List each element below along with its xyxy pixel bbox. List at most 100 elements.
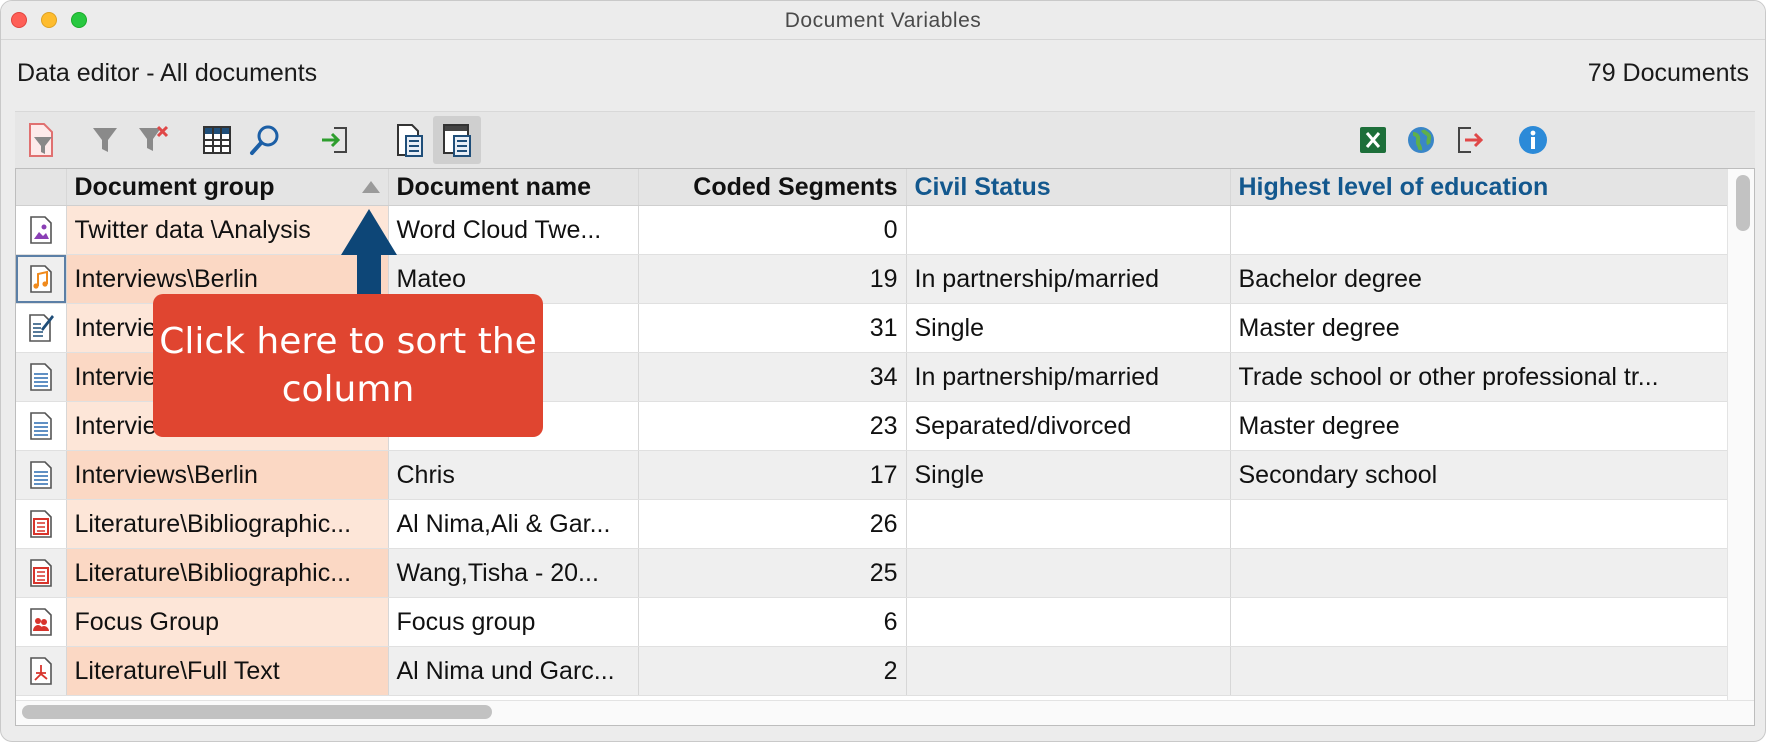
row-icon-cell[interactable] (16, 597, 67, 647)
data-editor-button[interactable] (433, 116, 481, 164)
sort-ascending-icon[interactable] (361, 181, 380, 193)
document-name-cell[interactable]: Chris (388, 450, 639, 500)
column-header-document-name[interactable]: Document name (388, 169, 639, 206)
import-button[interactable] (311, 116, 359, 164)
table-row[interactable]: Twitter data \Analysis Word Cloud Twe... 0 (16, 205, 1729, 255)
table-row[interactable]: Literature\Full Text Al Nima und Garc... 2 (16, 646, 1729, 696)
table-row[interactable]: Literature\Bibliographic... Al Nima,Ali &… (16, 499, 1729, 549)
table-row[interactable]: Focus Group Focus group 6 (16, 597, 1729, 647)
civil-status-cell[interactable] (906, 646, 1231, 696)
column-header-civil-status[interactable]: Civil Status (906, 169, 1231, 206)
education-cell[interactable] (1230, 205, 1729, 255)
education-cell[interactable]: Master degree (1230, 401, 1729, 451)
list-variables-icon (397, 124, 423, 157)
toolbar (15, 111, 1755, 168)
document-name-cell[interactable]: Wang,Tisha - 20... (388, 548, 639, 598)
text-document-icon (28, 362, 54, 392)
table-row[interactable]: Literature\Bibliographic... Wang,Tisha - … (16, 548, 1729, 598)
coded-segments-cell[interactable]: 34 (638, 352, 907, 402)
row-icon-cell[interactable] (16, 450, 67, 500)
coded-segments-cell[interactable]: 0 (638, 205, 907, 255)
html-export-button[interactable] (1397, 116, 1445, 164)
document-group-cell[interactable]: Interviews\Berlin (66, 450, 389, 500)
row-icon-cell[interactable] (16, 548, 67, 598)
coded-segments-cell[interactable]: 6 (638, 597, 907, 647)
row-icon-cell[interactable] (16, 499, 67, 549)
editor-title: Data editor - All documents (17, 59, 318, 87)
search-button[interactable] (241, 116, 289, 164)
document-group-cell[interactable]: Literature\Bibliographic... (66, 548, 389, 598)
search-icon (250, 125, 279, 155)
coded-segments-cell[interactable]: 25 (638, 548, 907, 598)
pdf-document-icon (28, 656, 54, 686)
document-group-cell[interactable]: Focus Group (66, 597, 389, 647)
vertical-scroll-track[interactable] (1727, 169, 1754, 725)
civil-status-cell[interactable]: Single (906, 303, 1231, 353)
civil-status-cell[interactable]: Single (906, 450, 1231, 500)
education-cell[interactable] (1230, 597, 1729, 647)
import-icon (322, 127, 347, 153)
civil-status-cell[interactable]: In partnership/married (906, 352, 1231, 402)
memo-document-icon (27, 313, 55, 343)
info-button[interactable] (1509, 116, 1557, 164)
document-name-cell[interactable]: Al Nima,Ali & Gar... (388, 499, 639, 549)
document-name-cell[interactable]: Focus group (388, 597, 639, 647)
document-name-cell[interactable]: Al Nima und Garc... (388, 646, 639, 696)
excel-export-button[interactable] (1349, 116, 1397, 164)
document-group-cell[interactable]: Literature\Full Text (66, 646, 389, 696)
column-header-education[interactable]: Highest level of education (1230, 169, 1729, 206)
coded-segments-cell[interactable]: 2 (638, 646, 907, 696)
civil-status-cell[interactable] (906, 205, 1231, 255)
education-cell[interactable] (1230, 548, 1729, 598)
data-grid: Document group Document name Coded Segme… (15, 168, 1755, 726)
row-icon-cell[interactable] (16, 646, 67, 696)
row-icon-cell[interactable] (16, 401, 67, 451)
education-cell[interactable]: Bachelor degree (1230, 254, 1729, 304)
clear-filter-button[interactable] (129, 116, 177, 164)
coded-segments-cell[interactable]: 19 (638, 254, 907, 304)
filter-document-button[interactable] (17, 116, 65, 164)
focus-group-icon (28, 607, 54, 637)
table-row[interactable]: Interviews\Berlin Chris 17 Single Secondary … (16, 450, 1729, 500)
row-icon-cell[interactable] (16, 205, 67, 255)
education-cell[interactable]: Secondary school (1230, 450, 1729, 500)
bibliography-document-icon (28, 509, 54, 539)
horizontal-scroll-track[interactable] (16, 700, 1754, 725)
filter-button[interactable] (81, 116, 129, 164)
education-cell[interactable] (1230, 499, 1729, 549)
civil-status-cell[interactable] (906, 597, 1231, 647)
row-icon-cell[interactable] (16, 303, 67, 353)
filter-document-icon (29, 123, 53, 157)
coded-segments-cell[interactable]: 31 (638, 303, 907, 353)
coded-segments-cell[interactable]: 23 (638, 401, 907, 451)
columns-button[interactable] (193, 116, 241, 164)
civil-status-cell[interactable] (906, 548, 1231, 598)
data-editor-icon (443, 124, 471, 157)
civil-status-cell[interactable]: In partnership/married (906, 254, 1231, 304)
list-variables-button[interactable] (385, 116, 433, 164)
education-cell[interactable]: Master degree (1230, 303, 1729, 353)
columns-icon (203, 126, 231, 154)
education-cell[interactable] (1230, 646, 1729, 696)
document-group-cell[interactable]: Literature\Bibliographic... (66, 499, 389, 549)
document-name-cell[interactable]: Word Cloud Twe... (388, 205, 639, 255)
civil-status-cell[interactable] (906, 499, 1231, 549)
coded-segments-cell[interactable]: 26 (638, 499, 907, 549)
coded-segments-cell[interactable]: 17 (638, 450, 907, 500)
column-header-coded-segments[interactable]: Coded Segments (638, 169, 907, 206)
row-icon-cell[interactable] (16, 352, 67, 402)
vertical-scrollbar[interactable] (1736, 175, 1750, 231)
pointer-arrow (341, 209, 397, 297)
horizontal-scrollbar[interactable] (22, 705, 492, 719)
export-icon (1458, 127, 1484, 153)
image-document-icon (28, 215, 54, 245)
sort-hint-callout: Click here to sort the column (153, 294, 543, 437)
text-document-icon (28, 460, 54, 490)
civil-status-cell[interactable]: Separated/divorced (906, 401, 1231, 451)
row-icon-cell[interactable] (16, 254, 67, 304)
export-button[interactable] (1445, 116, 1493, 164)
education-cell[interactable]: Trade school or other professional tr... (1230, 352, 1729, 402)
icon-column-header[interactable] (16, 169, 67, 206)
column-header-document-group[interactable]: Document group (66, 169, 389, 206)
info-icon (1519, 126, 1547, 154)
